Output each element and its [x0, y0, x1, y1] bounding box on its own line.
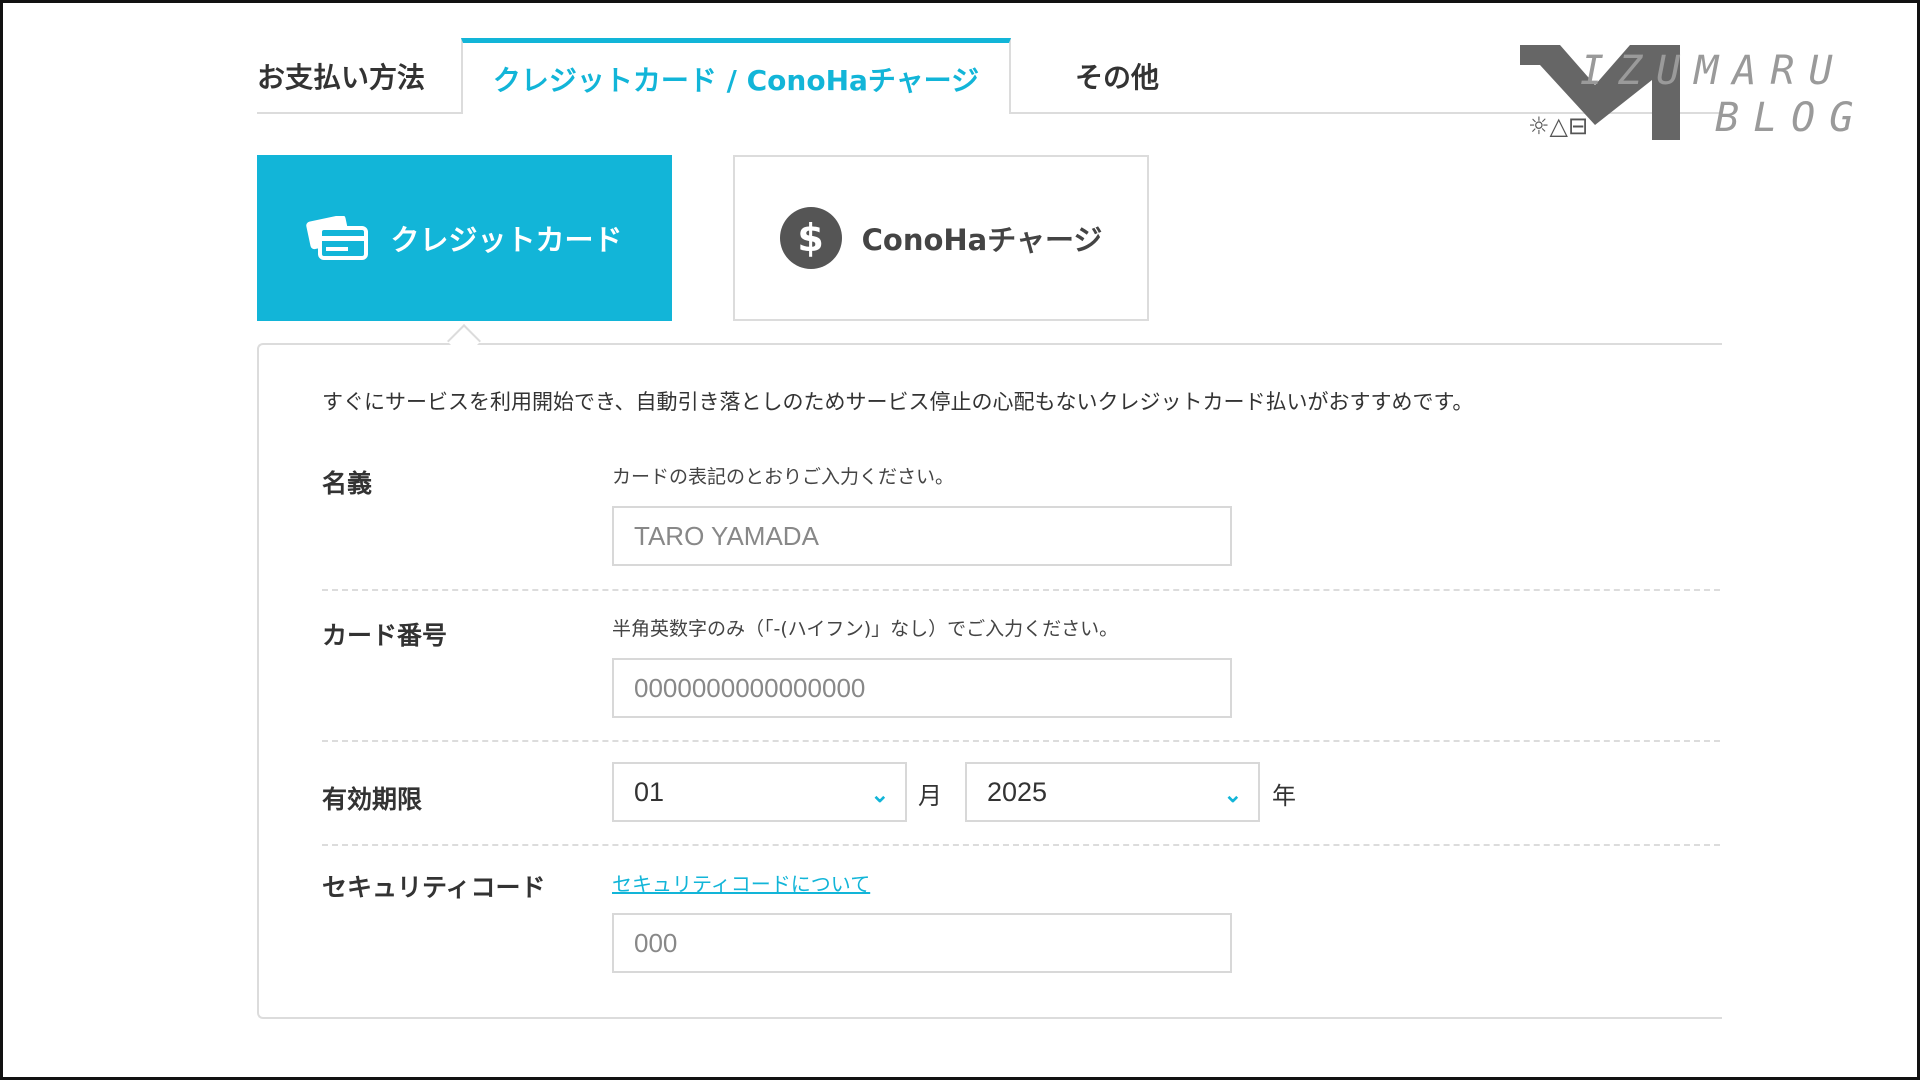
tab-payment-method[interactable]: お支払い方法: [257, 38, 457, 114]
security-code-input[interactable]: 000: [612, 913, 1232, 973]
security-code-label: セキュリティコード: [322, 873, 546, 902]
chevron-down-icon: ⌄: [870, 782, 889, 807]
card-number-input[interactable]: 0000000000000000: [612, 658, 1232, 718]
card-number-label: カード番号: [322, 621, 448, 650]
cardholder-name-input[interactable]: TARO YAMADA: [612, 506, 1232, 566]
chevron-down-icon: ⌄: [1223, 782, 1242, 807]
row-divider: [322, 844, 1720, 846]
expiry-year-value: 2025: [987, 776, 1048, 807]
creditcard-intro-text: すぐにサービスを利用開始でき、自動引き落としのためサービス停止の心配もないクレジ…: [322, 390, 1474, 414]
row-divider: [322, 740, 1720, 742]
name-hint: カードの表記のとおりご入力ください。: [612, 466, 955, 488]
logo-text-izumaru: IZUMARU: [1580, 48, 1847, 94]
logo-text-blog: BLOG: [1715, 95, 1868, 141]
conoha-charge-method-label: ConoHaチャージ: [861, 223, 1103, 257]
month-unit: 月: [918, 782, 942, 810]
credit-card-icon: [306, 216, 369, 260]
expiry-label: 有効期限: [322, 785, 423, 814]
expiry-month-value: 01: [634, 776, 665, 807]
expiry-month-select[interactable]: 01 ⌄: [612, 762, 907, 822]
expiry-year-select[interactable]: 2025 ⌄: [965, 762, 1260, 822]
conoha-charge-method-button[interactable]: $ ConoHaチャージ: [733, 155, 1149, 321]
name-label: 名義: [322, 469, 373, 498]
card-number-hint: 半角英数字のみ（「-(ハイフン)」なし）でご入力ください。: [612, 618, 1119, 640]
tab-other[interactable]: その他: [1027, 38, 1207, 114]
logo-small-icons: ☼△⊟: [1528, 112, 1589, 140]
row-divider: [322, 589, 1720, 591]
tab-creditcard-conoha[interactable]: クレジットカード / ConoHaチャージ: [461, 38, 1011, 114]
dollar-coin-icon: $: [779, 207, 842, 269]
year-unit: 年: [1272, 782, 1296, 810]
creditcard-method-label: クレジットカード: [390, 223, 623, 257]
security-code-help-link[interactable]: セキュリティコードについて: [612, 868, 870, 897]
creditcard-method-button[interactable]: クレジットカード: [257, 155, 672, 321]
izumaru-blog-logo: IZUMARU BLOG ☼△⊟: [1520, 40, 1900, 150]
payment-tabs: お支払い方法 クレジットカード / ConoHaチャージ その他: [257, 38, 1719, 114]
